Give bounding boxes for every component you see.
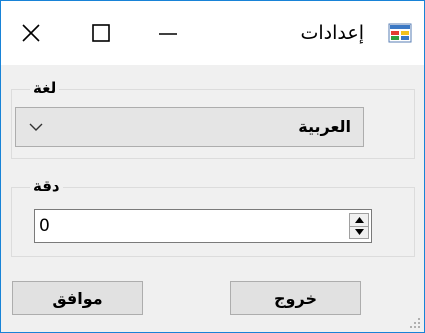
precision-group-label: دقة: [30, 177, 63, 195]
close-icon: [22, 24, 40, 42]
title-bar: إعدادات: [1, 1, 424, 65]
language-group-label: لغة: [30, 79, 60, 97]
window-title: إعدادات: [300, 22, 365, 44]
exit-button[interactable]: خروج: [230, 281, 361, 315]
precision-value: 0: [39, 216, 50, 236]
minimize-button[interactable]: [138, 1, 198, 65]
spinner: [349, 213, 369, 239]
language-select-value: العربية: [298, 117, 351, 136]
spin-up-icon: [354, 217, 364, 223]
spin-down-icon: [354, 229, 364, 235]
chevron-down-icon: [29, 123, 43, 131]
maximize-button[interactable]: [71, 1, 131, 65]
resize-grip-icon[interactable]: [409, 317, 421, 329]
maximize-icon: [92, 24, 110, 42]
app-icon: [388, 23, 412, 43]
settings-window: إعدادات لغة العربية دقة 0 خروج موافق: [0, 0, 425, 333]
spin-down-button[interactable]: [350, 226, 368, 238]
language-select[interactable]: العربية: [15, 107, 364, 147]
minimize-icon: [159, 33, 177, 35]
precision-numeric-input[interactable]: 0: [34, 209, 372, 243]
close-button[interactable]: [1, 1, 61, 65]
ok-button[interactable]: موافق: [12, 281, 143, 315]
